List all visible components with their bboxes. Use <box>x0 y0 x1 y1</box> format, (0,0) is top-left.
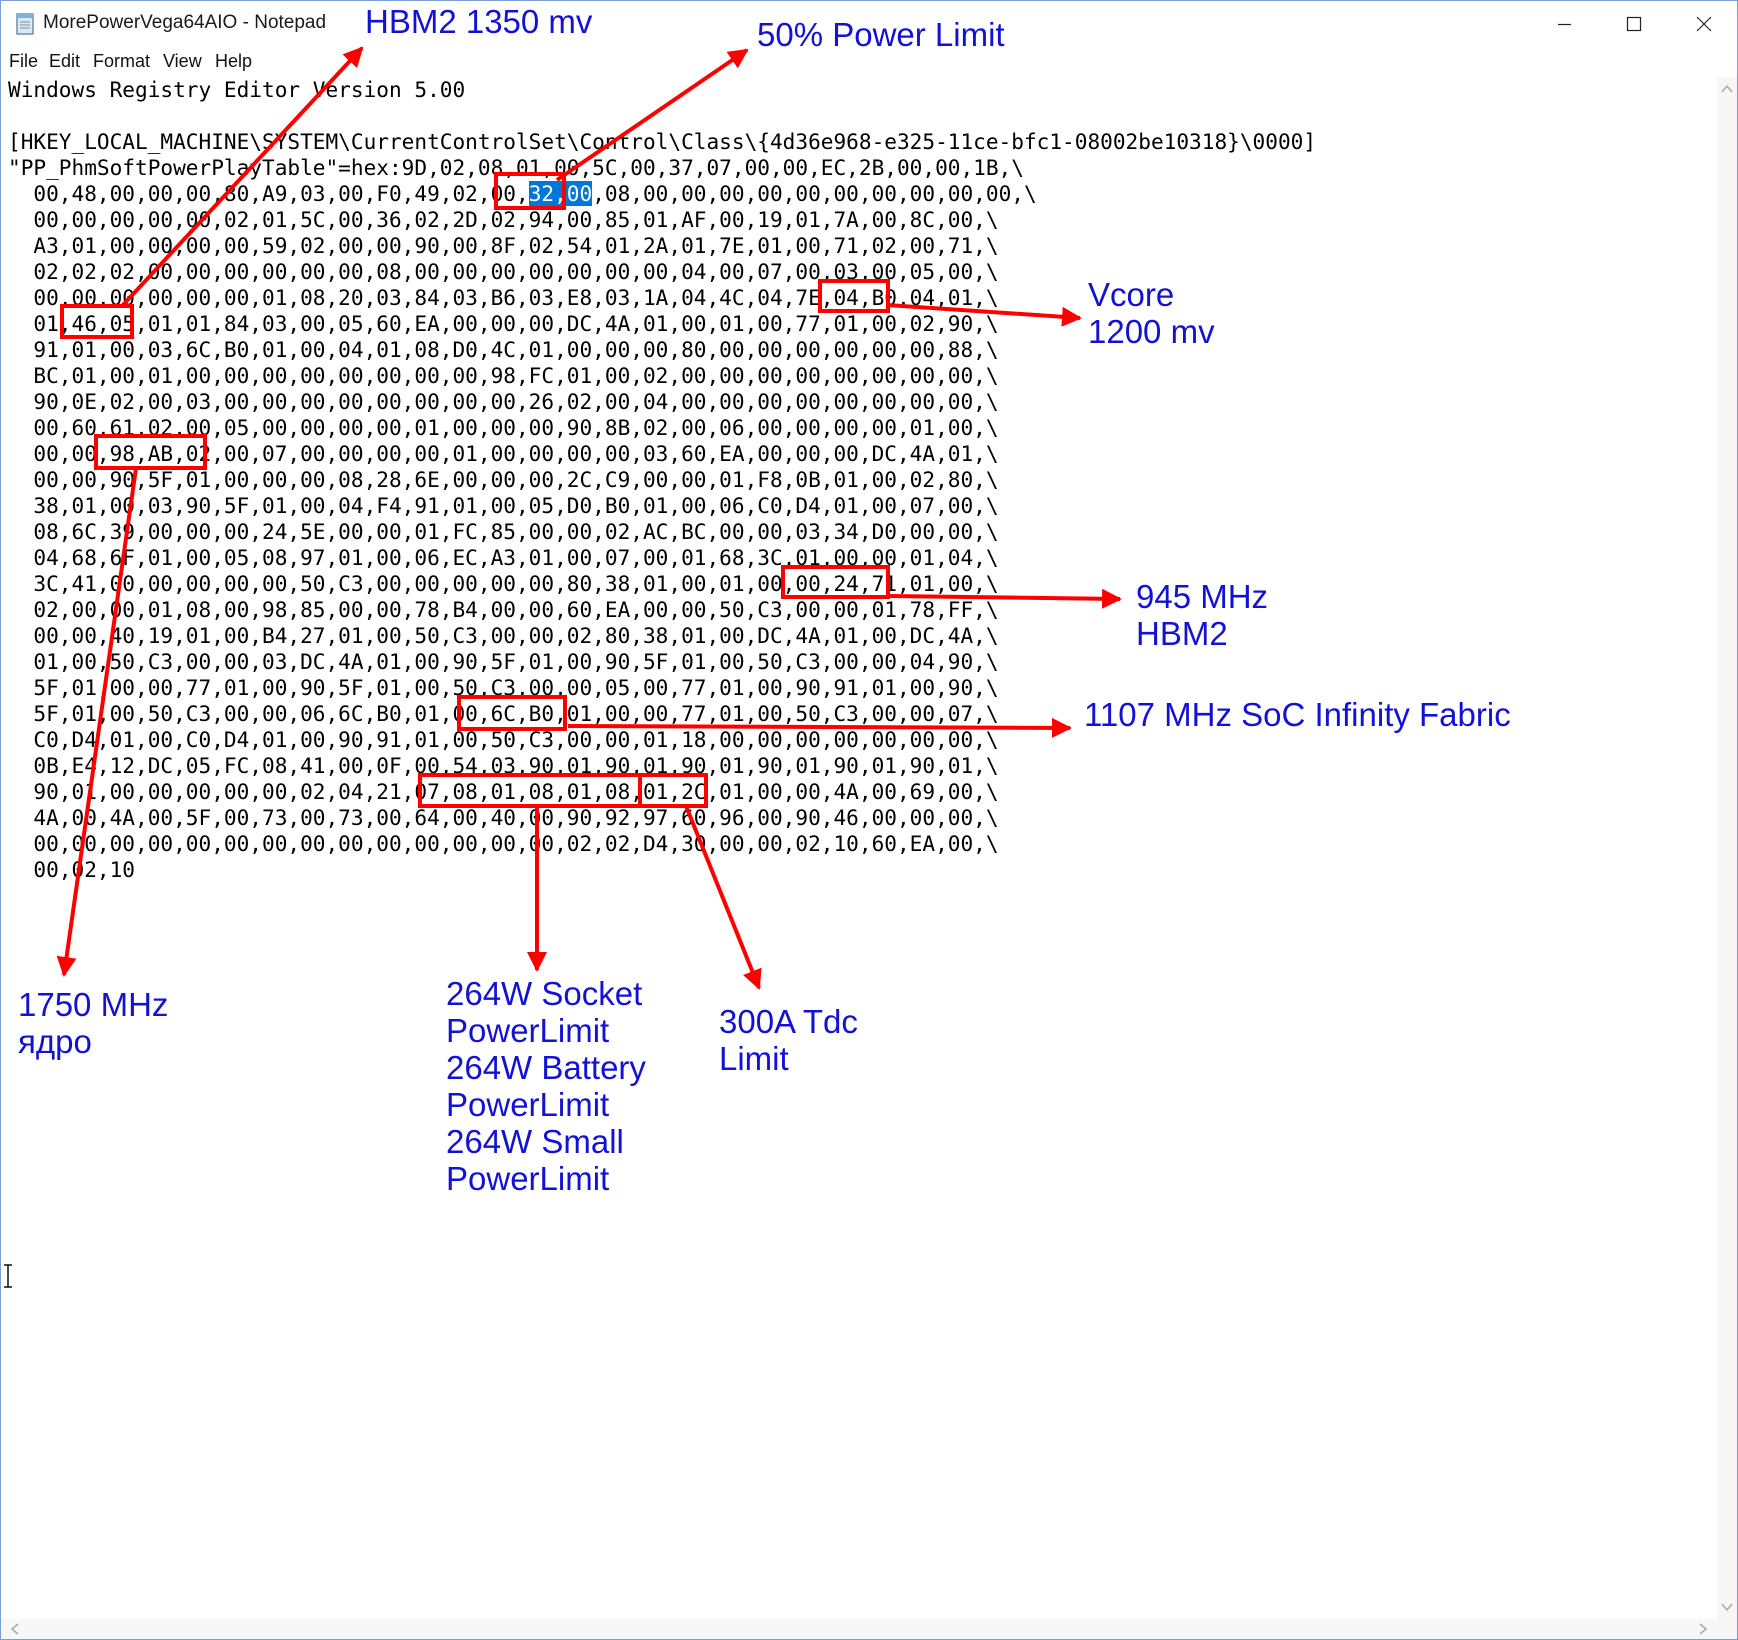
close-icon <box>1696 16 1712 32</box>
maximize-icon <box>1626 16 1642 32</box>
notepad-window: MorePowerVega64AIO - Notepad File Edit F… <box>0 0 1738 1640</box>
annotation-tdc-limit: 300A Tdc Limit <box>719 1003 858 1077</box>
menu-format[interactable]: Format <box>93 51 150 72</box>
annotation-line: HBM2 <box>1136 615 1228 652</box>
annotation-line: PowerLimit <box>446 1160 610 1197</box>
annotation-core-clock: 1750 MHz ядро <box>18 986 168 1060</box>
notepad-icon <box>16 13 34 35</box>
annotation-line: ядро <box>18 1023 92 1060</box>
menu-view[interactable]: View <box>163 51 202 72</box>
annotation-hbm2-clock: 945 MHz HBM2 <box>1136 578 1268 652</box>
menu-edit[interactable]: Edit <box>49 51 80 72</box>
annotation-line: 1750 MHz <box>18 986 169 1023</box>
annotation-soc-clock: 1107 MHz SoC Infinity Fabric <box>1084 696 1511 733</box>
annotation-power-limit: 50% Power Limit <box>757 16 1005 53</box>
selected-text[interactable]: 32,00 <box>528 181 593 206</box>
annotation-vcore: Vcore 1200 mv <box>1088 276 1215 350</box>
annotation-line: 264W Socket <box>446 975 643 1012</box>
scroll-up-icon[interactable] <box>1721 84 1733 93</box>
window-title: MorePowerVega64AIO - Notepad <box>43 12 327 33</box>
maximize-button[interactable] <box>1599 1 1669 47</box>
close-button[interactable] <box>1669 1 1737 47</box>
horizontal-scrollbar[interactable] <box>1 1619 1737 1639</box>
text-cursor-icon <box>4 1264 12 1288</box>
menu-help[interactable]: Help <box>215 51 252 72</box>
annotation-line: PowerLimit <box>446 1012 610 1049</box>
annotation-power-limits: 264W Socket PowerLimit 264W Battery Powe… <box>446 975 646 1197</box>
menu-file[interactable]: File <box>9 51 38 72</box>
scroll-down-icon[interactable] <box>1721 1603 1733 1612</box>
minimize-icon <box>1558 23 1571 26</box>
annotation-line: 945 MHz <box>1136 578 1269 615</box>
minimize-button[interactable] <box>1529 1 1599 47</box>
scroll-right-icon[interactable] <box>1699 1623 1708 1635</box>
annotation-line: PowerLimit <box>446 1086 610 1123</box>
annotation-line: 264W Small <box>446 1123 624 1160</box>
annotation-line: Limit <box>719 1040 789 1077</box>
annotation-line: 1200 mv <box>1088 313 1215 350</box>
scroll-left-icon[interactable] <box>10 1623 19 1635</box>
annotation-line: 264W Battery <box>446 1049 646 1086</box>
text-editor[interactable]: Windows Registry Editor Version 5.00 [HK… <box>1 77 1737 1639</box>
vertical-scrollbar[interactable] <box>1717 77 1737 1619</box>
annotation-line: 300A Tdc <box>719 1003 858 1040</box>
editor-text[interactable]: Windows Registry Editor Version 5.00 [HK… <box>8 77 1316 883</box>
annotation-line: Vcore <box>1088 276 1175 313</box>
annotation-hbm2-voltage: HBM2 1350 mv <box>365 3 593 40</box>
